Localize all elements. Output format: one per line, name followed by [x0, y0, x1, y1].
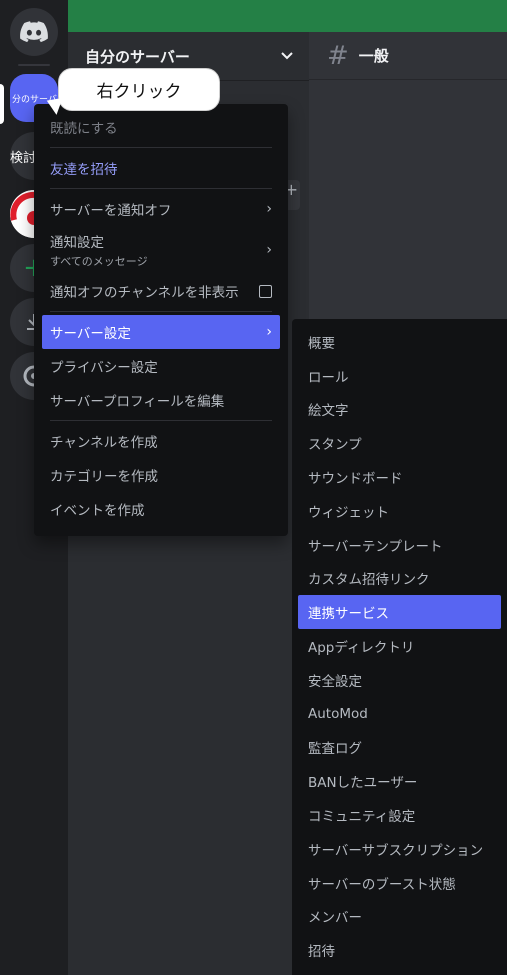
menu-item-label: サーバーテンプレート: [308, 538, 443, 555]
submenu-item-roles[interactable]: ロール: [298, 359, 501, 393]
menu-divider: [50, 147, 272, 148]
submenu-item-automod[interactable]: AutoMod: [298, 697, 501, 731]
menu-item-label: 監査ログ: [308, 741, 362, 758]
menu-item-label: 概要: [308, 335, 335, 352]
chevron-right-icon: ›: [266, 324, 272, 340]
menu-item-mark-read[interactable]: 既読にする: [42, 110, 280, 144]
submenu-item-members[interactable]: メンバー: [298, 900, 501, 934]
discord-home-button[interactable]: [10, 8, 58, 56]
menu-item-label: サーバープロフィールを編集: [50, 394, 225, 410]
menu-item-label: サーバーを通知オフ: [50, 203, 172, 219]
menu-item-label: チャンネルを作成: [50, 435, 158, 451]
menu-item-label: サーバーサブスクリプション: [308, 842, 484, 859]
submenu-item-integrations[interactable]: 連携サービス: [298, 595, 501, 630]
server-settings-submenu: 概要 ロール 絵文字 スタンプ サウンドボード ウィジェット サーバーテンプレー…: [292, 319, 507, 975]
submenu-item-custom-invite[interactable]: カスタム招待リンク: [298, 562, 501, 596]
submenu-item-audit-log[interactable]: 監査ログ: [298, 731, 501, 765]
menu-item-create-event[interactable]: イベントを作成: [42, 492, 280, 526]
chevron-right-icon: ›: [266, 242, 272, 258]
chevron-right-icon: ›: [266, 201, 272, 217]
server-icon-label: 検討: [10, 150, 37, 166]
menu-item-hide-muted[interactable]: 通知オフのチャンネルを非表示: [42, 274, 280, 308]
submenu-item-safety-setup[interactable]: 安全設定: [298, 663, 501, 697]
submenu-item-invites[interactable]: 招待: [298, 933, 501, 967]
menu-item-label: 連携サービス: [308, 606, 389, 623]
menu-item-mute-server[interactable]: サーバーを通知オフ ›: [42, 192, 280, 226]
menu-item-create-channel[interactable]: チャンネルを作成: [42, 424, 280, 458]
menu-item-sublabel: すべてのメッセージ: [50, 255, 148, 268]
submenu-item-widget[interactable]: ウィジェット: [298, 494, 501, 528]
menu-item-label: AutoMod: [308, 705, 368, 722]
chevron-down-icon: [281, 52, 293, 60]
active-server-indicator: [0, 84, 4, 124]
menu-item-server-settings[interactable]: サーバー設定 ›: [42, 315, 280, 349]
top-banner: [68, 0, 507, 32]
menu-item-label: ロール: [308, 369, 349, 386]
menu-item-create-category[interactable]: カテゴリーを作成: [42, 458, 280, 492]
submenu-item-bans[interactable]: BANしたユーザー: [298, 764, 501, 798]
menu-item-label: スタンプ: [308, 437, 362, 454]
menu-item-label: 安全設定: [308, 673, 362, 690]
rail-separator: [18, 64, 50, 66]
menu-divider: [50, 420, 272, 421]
hash-icon: #: [327, 40, 349, 71]
server-name: 自分のサーバー: [85, 47, 190, 66]
menu-item-label: 既読にする: [50, 121, 118, 137]
callout-text: 右クリック: [96, 82, 182, 102]
menu-item-label: ウィジェット: [308, 504, 389, 521]
submenu-item-stickers[interactable]: スタンプ: [298, 426, 501, 460]
submenu-item-soundboard[interactable]: サウンドボード: [298, 460, 501, 494]
menu-item-label: 友達を招待: [50, 162, 118, 178]
menu-item-label: イベントを作成: [50, 503, 145, 519]
menu-item-notification-settings[interactable]: 通知設定 すべてのメッセージ ›: [42, 226, 280, 274]
server-context-menu: 既読にする 友達を招待 サーバーを通知オフ › 通知設定 すべてのメッセージ ›…: [34, 104, 288, 536]
menu-item-invite[interactable]: 友達を招待: [42, 151, 280, 185]
menu-item-label: サーバーのブースト状態: [308, 876, 456, 893]
checkbox-icon[interactable]: [259, 284, 272, 298]
menu-item-privacy-settings[interactable]: プライバシー設定: [42, 349, 280, 383]
menu-item-label: カテゴリーを作成: [50, 469, 158, 485]
channel-name: 一般: [358, 47, 389, 65]
menu-item-label: 通知設定: [50, 235, 104, 251]
submenu-item-overview[interactable]: 概要: [298, 325, 501, 359]
menu-item-label: 通知オフのチャンネルを非表示: [50, 285, 239, 301]
menu-divider: [50, 188, 272, 189]
menu-divider: [50, 311, 272, 312]
menu-item-label: カスタム招待リンク: [308, 572, 430, 589]
menu-item-label: Appディレクトリ: [308, 640, 415, 657]
menu-item-label: コミュニティ設定: [308, 809, 416, 826]
submenu-item-subscriptions[interactable]: サーバーサブスクリプション: [298, 832, 501, 866]
menu-item-label: 招待: [308, 944, 335, 961]
menu-item-label: プライバシー設定: [50, 360, 158, 376]
menu-item-label: BANしたユーザー: [308, 775, 418, 792]
menu-item-label: サーバー設定: [50, 326, 131, 342]
submenu-item-boost-status[interactable]: サーバーのブースト状態: [298, 866, 501, 900]
menu-item-label: メンバー: [308, 910, 362, 927]
discord-logo-icon: [20, 21, 48, 43]
channel-header: # 一般: [309, 32, 507, 80]
submenu-item-emoji[interactable]: 絵文字: [298, 393, 501, 427]
menu-item-edit-profile[interactable]: サーバープロフィールを編集: [42, 383, 280, 417]
right-click-callout: 右クリック: [43, 68, 220, 115]
submenu-item-app-directory[interactable]: Appディレクトリ: [298, 629, 501, 663]
menu-item-label: 絵文字: [308, 403, 349, 420]
menu-item-label: サウンドボード: [308, 471, 403, 488]
submenu-item-server-template[interactable]: サーバーテンプレート: [298, 528, 501, 562]
submenu-item-community[interactable]: コミュニティ設定: [298, 798, 501, 832]
